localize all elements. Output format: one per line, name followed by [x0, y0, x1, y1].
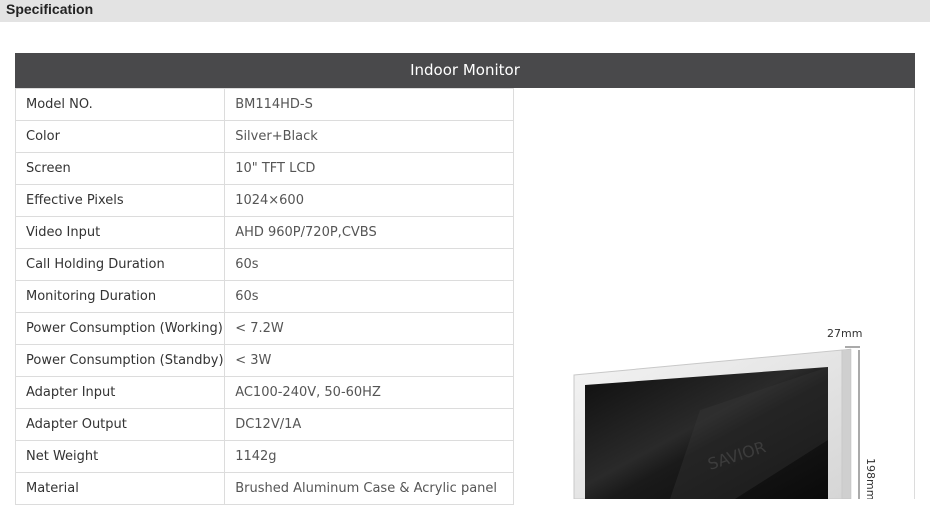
spec-label: Monitoring Duration [14, 280, 226, 313]
spec-label: Call Holding Duration [14, 248, 226, 281]
panel-border [914, 88, 915, 499]
depth-label: 27mm [827, 327, 862, 340]
spec-value: < 7.2W [224, 312, 514, 345]
specification-header: Specification [0, 0, 930, 22]
spec-value: DC12V/1A [224, 408, 514, 441]
spec-row: Material Brushed Aluminum Case & Acrylic … [14, 472, 514, 505]
spec-label: Power Consumption (Working) [14, 312, 226, 345]
spec-label: Color [14, 120, 226, 153]
spec-value: Silver+Black [224, 120, 514, 153]
spec-label: Screen [14, 152, 226, 185]
spec-row: Video Input AHD 960P/720P,CVBS [14, 216, 514, 249]
spec-label: Adapter Input [14, 376, 226, 409]
spec-label: Adapter Output [14, 408, 226, 441]
spec-value: 1142g [224, 440, 514, 473]
spec-row: Call Holding Duration 60s [14, 248, 514, 281]
spec-row: Power Consumption (Working) < 7.2W [14, 312, 514, 345]
spec-label: Model NO. [14, 88, 226, 121]
spec-table: Model NO. BM114HD-S Color Silver+Black Scree… [14, 88, 514, 505]
spec-value: AHD 960P/720P,CVBS [224, 216, 514, 249]
spec-value: < 3W [224, 344, 514, 377]
spec-value: 1024×600 [224, 184, 514, 217]
monitor-side [841, 348, 852, 499]
spec-label: Power Consumption (Standby) [14, 344, 226, 377]
spec-value: 60s [224, 248, 514, 281]
monitor-product-image: 27mm 198mm SAVIOR [573, 327, 877, 499]
spec-value: 10" TFT LCD [224, 152, 514, 185]
spec-row: Adapter Output DC12V/1A [14, 408, 514, 441]
spec-row: Net Weight 1142g [14, 440, 514, 473]
spec-label: Effective Pixels [14, 184, 226, 217]
spec-row: Model NO. BM114HD-S [14, 88, 514, 121]
spec-label: Net Weight [14, 440, 226, 473]
spec-value: Brushed Aluminum Case & Acrylic panel [224, 472, 514, 505]
spec-value: 60s [224, 280, 514, 313]
spec-row: Effective Pixels 1024×600 [14, 184, 514, 217]
spec-label: Video Input [14, 216, 226, 249]
spec-value: AC100-240V, 50-60HZ [224, 376, 514, 409]
spec-row: Adapter Input AC100-240V, 50-60HZ [14, 376, 514, 409]
spec-row: Power Consumption (Standby) < 3W [14, 344, 514, 377]
table-title: Indoor Monitor [15, 53, 915, 88]
spec-value: BM114HD-S [224, 88, 514, 121]
spec-row: Screen 10" TFT LCD [14, 152, 514, 185]
spec-row: Color Silver+Black [14, 120, 514, 153]
spec-row: Monitoring Duration 60s [14, 280, 514, 313]
height-label: 198mm [864, 458, 877, 499]
section-title: Specification [6, 1, 94, 17]
spec-label: Material [14, 472, 226, 505]
